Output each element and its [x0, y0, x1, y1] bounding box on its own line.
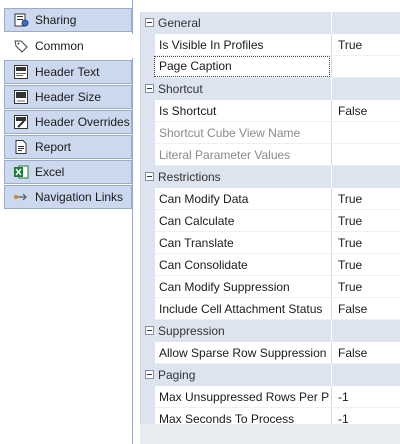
sharing-icon — [13, 12, 29, 28]
property-name: Is Shortcut — [159, 104, 217, 118]
tab-common[interactable]: Common — [4, 34, 134, 58]
collapse-icon[interactable] — [145, 18, 154, 27]
tab-label: Header Text — [35, 65, 100, 79]
category-restrictions[interactable]: Restrictions — [141, 166, 400, 188]
category-label: Shortcut — [158, 82, 203, 96]
property-row-can-modify-data[interactable]: Can Modify Data True — [141, 188, 400, 210]
property-row-can-translate[interactable]: Can Translate True — [141, 232, 400, 254]
property-name: Page Caption — [154, 56, 330, 77]
property-value[interactable]: False — [338, 302, 367, 316]
property-row-can-modify-suppression[interactable]: Can Modify Suppression True — [141, 276, 400, 298]
category-label: Suppression — [158, 324, 225, 338]
property-row-include-cell-attachment-status[interactable]: Include Cell Attachment Status False — [141, 298, 400, 320]
tab-label: Report — [35, 140, 72, 154]
property-name: Max Unsuppressed Rows Per Pag — [159, 390, 329, 404]
property-row-max-unsuppressed-rows-per-page[interactable]: Max Unsuppressed Rows Per Pag -1 — [141, 386, 400, 408]
property-grid: General Is Visible In Profiles True Page… — [140, 12, 400, 444]
property-name: Can Modify Suppression — [159, 280, 290, 294]
property-name: Shortcut Cube View Name — [159, 126, 301, 140]
property-row-allow-sparse-row-suppression[interactable]: Allow Sparse Row Suppression False — [141, 342, 400, 364]
tab-header-overrides[interactable]: Header Overrides — [4, 110, 132, 134]
collapse-icon[interactable] — [145, 370, 154, 379]
tab-label: Navigation Links — [35, 190, 124, 204]
tab-report[interactable]: Report — [4, 135, 132, 159]
collapse-icon[interactable] — [145, 84, 154, 93]
tab-excel[interactable]: Excel — [4, 160, 132, 184]
property-row-is-visible-in-profiles[interactable]: Is Visible In Profiles True — [141, 34, 400, 56]
category-suppression[interactable]: Suppression — [141, 320, 400, 342]
property-value[interactable]: -1 — [338, 390, 349, 404]
tab-label: Excel — [35, 165, 65, 179]
category-label: Restrictions — [158, 170, 221, 184]
property-value[interactable]: True — [338, 258, 362, 272]
property-value[interactable]: True — [338, 38, 362, 52]
category-general[interactable]: General — [141, 12, 400, 34]
grid-empty-area — [140, 424, 400, 444]
property-name: Can Consolidate — [159, 258, 248, 272]
header-overrides-icon — [13, 114, 29, 130]
category-label: Paging — [158, 368, 196, 382]
header-size-icon — [13, 89, 29, 105]
tag-icon — [13, 38, 29, 54]
property-row-shortcut-cube-view-name: Shortcut Cube View Name — [141, 122, 400, 144]
excel-icon — [13, 164, 29, 180]
tab-header-size[interactable]: Header Size — [4, 85, 132, 109]
property-row-is-shortcut[interactable]: Is Shortcut False — [141, 100, 400, 122]
report-icon — [13, 139, 29, 155]
tab-sharing[interactable]: Sharing — [4, 8, 132, 32]
tab-label: Header Size — [35, 90, 102, 104]
property-value[interactable]: True — [338, 280, 362, 294]
property-name: Allow Sparse Row Suppression — [159, 346, 327, 360]
property-row-page-caption[interactable]: Page Caption — [141, 56, 400, 78]
navigation-links-icon — [13, 189, 29, 205]
property-name: Can Translate — [159, 236, 234, 250]
category-label: General — [158, 16, 201, 30]
property-name: Can Modify Data — [159, 192, 249, 206]
tab-label: Common — [35, 39, 84, 53]
tab-navigation-links[interactable]: Navigation Links — [4, 185, 132, 209]
property-name: Literal Parameter Values — [159, 148, 291, 162]
property-value[interactable]: False — [338, 104, 367, 118]
property-value[interactable]: True — [338, 236, 362, 250]
header-text-icon — [13, 64, 29, 80]
property-value[interactable]: True — [338, 214, 362, 228]
property-row-literal-parameter-values: Literal Parameter Values — [141, 144, 400, 166]
collapse-icon[interactable] — [145, 172, 154, 181]
tab-header-text[interactable]: Header Text — [4, 60, 132, 84]
collapse-icon[interactable] — [145, 326, 154, 335]
property-name: Include Cell Attachment Status — [159, 302, 323, 316]
property-value[interactable]: False — [338, 346, 367, 360]
tab-navigation: Sharing Common Header Text Header Size H… — [0, 0, 134, 444]
category-paging[interactable]: Paging — [141, 364, 400, 386]
property-row-can-consolidate[interactable]: Can Consolidate True — [141, 254, 400, 276]
tab-label: Sharing — [35, 13, 77, 27]
property-name: Is Visible In Profiles — [159, 38, 264, 52]
tab-label: Header Overrides — [35, 115, 130, 129]
category-shortcut[interactable]: Shortcut — [141, 78, 400, 100]
property-value[interactable]: True — [338, 192, 362, 206]
property-row-can-calculate[interactable]: Can Calculate True — [141, 210, 400, 232]
property-name: Can Calculate — [159, 214, 235, 228]
